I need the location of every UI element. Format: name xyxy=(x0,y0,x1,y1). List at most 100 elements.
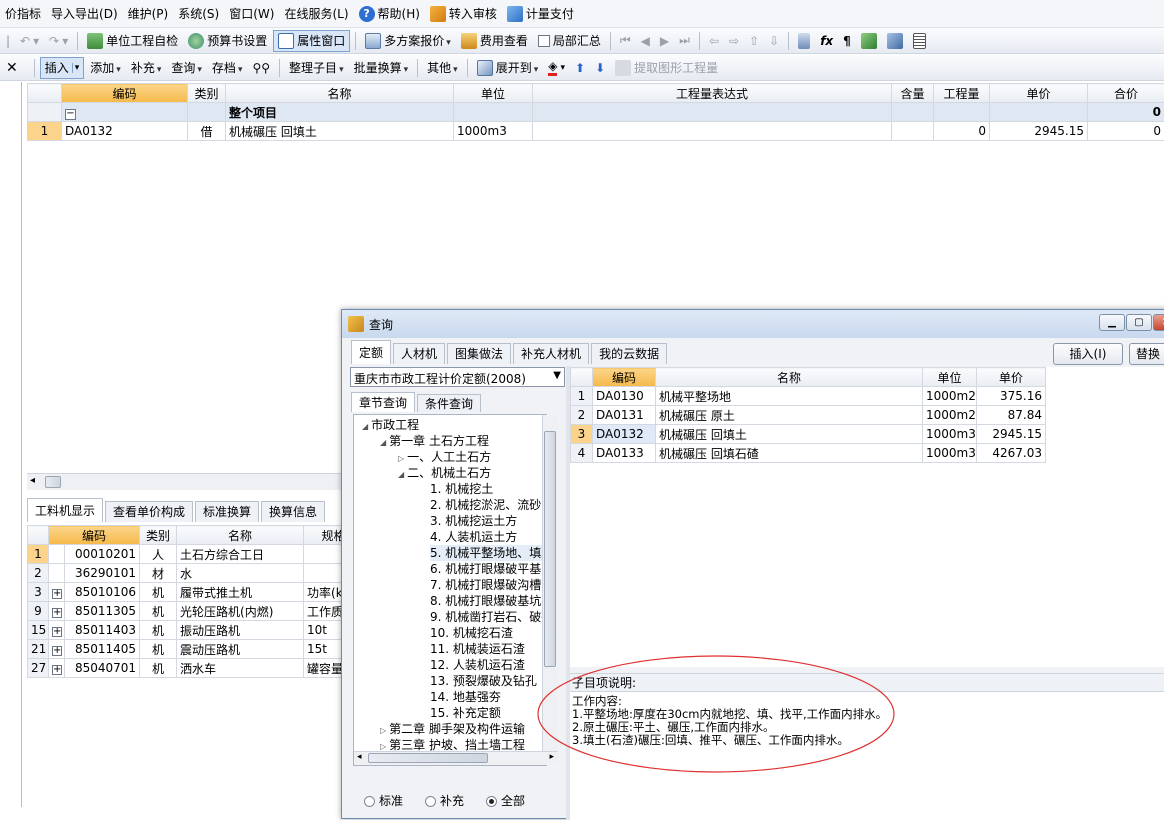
group-row[interactable]: − 整个项目 0 xyxy=(28,103,1164,122)
expand-toggle[interactable]: + xyxy=(49,602,65,621)
organize-button[interactable]: 整理子目 xyxy=(285,57,348,79)
col-header-total[interactable]: 合价 xyxy=(1088,84,1164,103)
type-cell[interactable]: 借 xyxy=(188,122,226,141)
batch-convert-button[interactable]: 批量换算 xyxy=(350,57,413,79)
col-header-type[interactable]: 类别 xyxy=(140,526,177,545)
scroll-left-icon[interactable]: ◂ xyxy=(357,752,362,762)
move-left-button[interactable]: ⇦ xyxy=(705,30,723,52)
insert-button[interactable]: 插入▾ xyxy=(40,57,85,79)
tab-unit-price[interactable]: 查看单价构成 xyxy=(105,501,193,522)
cell[interactable] xyxy=(934,103,990,122)
row-index[interactable]: 4 xyxy=(571,444,593,463)
minimize-button[interactable]: ▁ xyxy=(1099,314,1125,331)
col-header-name[interactable]: 名称 xyxy=(177,526,304,545)
col-header-unit-price[interactable]: 单价 xyxy=(990,84,1088,103)
expression-cell[interactable] xyxy=(533,122,892,141)
name-cell[interactable]: 履带式推土机 xyxy=(177,583,304,602)
settings-button[interactable] xyxy=(883,30,907,52)
name-cell[interactable]: 机械碾压 回填土 xyxy=(656,425,923,444)
insert-button[interactable]: 插入(I) xyxy=(1053,343,1123,365)
name-cell[interactable]: 震动压路机 xyxy=(177,640,304,659)
type-cell[interactable]: 机 xyxy=(140,659,177,678)
tree-node[interactable]: 15. 补充定额 xyxy=(430,705,501,721)
tree-node[interactable]: 13. 预裂爆破及钻孔 xyxy=(430,673,537,689)
tree-node[interactable]: ◢二、机械土石方 xyxy=(398,465,491,481)
unit-cell[interactable]: 1000m2 xyxy=(923,406,977,425)
unit-cell[interactable]: 1000m3 xyxy=(923,444,977,463)
col-header-name[interactable]: 名称 xyxy=(226,84,454,103)
multi-quote-button[interactable]: 多方案报价 xyxy=(361,30,455,52)
name-cell[interactable]: 机械碾压 回填土 xyxy=(226,122,454,141)
next-button[interactable]: ▶ xyxy=(656,30,673,52)
type-cell[interactable]: 机 xyxy=(140,640,177,659)
up-button[interactable]: ⬆ xyxy=(571,57,589,79)
cell[interactable] xyxy=(454,103,533,122)
col-header-code[interactable]: 编码 xyxy=(49,526,140,545)
table-row[interactable]: 15+85011403机振动压路机10t xyxy=(28,621,348,640)
unit-cell[interactable]: 1000m3 xyxy=(454,122,533,141)
unit-price-cell[interactable]: 87.84 xyxy=(977,406,1046,425)
expand-arrow-icon[interactable]: ▷ xyxy=(380,742,386,751)
undo-button[interactable]: ↶▾ xyxy=(16,30,43,52)
unit-price-cell[interactable]: 375.16 xyxy=(977,387,1046,406)
collapse-toggle[interactable]: − xyxy=(62,103,188,122)
cell[interactable] xyxy=(533,103,892,122)
tree-node[interactable]: ◢市政工程 xyxy=(362,417,419,433)
menu-system[interactable]: 系统(S) xyxy=(173,3,224,25)
close-panel-button[interactable]: ✕ xyxy=(2,57,22,79)
tree-node[interactable]: 12. 人装机运石渣 xyxy=(430,657,525,673)
tab-cloud-data[interactable]: 我的云数据 xyxy=(591,343,667,364)
expand-arrow-icon[interactable]: ◢ xyxy=(398,470,404,479)
scroll-thumb[interactable] xyxy=(544,431,556,667)
row-index[interactable]: 1 xyxy=(28,545,49,564)
table-row[interactable]: 21+85011405机震动压路机15t xyxy=(28,640,348,659)
cube-button[interactable] xyxy=(857,30,881,52)
col-header-unit-price[interactable]: 单价 xyxy=(977,368,1046,387)
unit-check-button[interactable]: 单位工程自检 xyxy=(83,30,182,52)
name-cell[interactable]: 机械碾压 原土 xyxy=(656,406,923,425)
scroll-thumb[interactable] xyxy=(368,753,488,763)
tab-atlas[interactable]: 图集做法 xyxy=(447,343,511,364)
table-row[interactable]: 27+85040701机洒水车罐容量400 xyxy=(28,659,348,678)
cell[interactable] xyxy=(188,103,226,122)
quota-select[interactable]: 重庆市市政工程计价定额(2008) ▼ xyxy=(350,367,565,387)
row-index[interactable]: 9 xyxy=(28,602,49,621)
expand-arrow-icon[interactable]: ▷ xyxy=(398,454,404,463)
tab-labor-material[interactable]: 人材机 xyxy=(393,343,445,364)
find-button[interactable]: ⚲⚲ xyxy=(248,57,274,79)
row-index[interactable]: 15 xyxy=(28,621,49,640)
tab-labor-material[interactable]: 工料机显示 xyxy=(27,498,103,522)
prev-button[interactable]: ◀ xyxy=(637,30,654,52)
code-cell[interactable]: DA0132 xyxy=(62,122,188,141)
other-button[interactable]: 其他 xyxy=(423,57,462,79)
total-cell[interactable]: 0 xyxy=(1088,122,1164,141)
type-cell[interactable]: 机 xyxy=(140,583,177,602)
menu-measure-pay[interactable]: 计量支付 xyxy=(502,3,579,25)
partial-summary-checkbox[interactable]: 局部汇总 xyxy=(534,30,605,52)
name-cell[interactable]: 光轮压路机(内燃) xyxy=(177,602,304,621)
name-cell[interactable]: 振动压路机 xyxy=(177,621,304,640)
list-button[interactable] xyxy=(909,30,930,52)
formula-button[interactable]: fx xyxy=(816,30,837,52)
tab-supplement-material[interactable]: 补充人材机 xyxy=(513,343,589,364)
tree-node[interactable]: 2. 机械挖淤泥、流砂 xyxy=(430,497,541,513)
redo-button[interactable]: ↷▾ xyxy=(45,30,72,52)
tree-node[interactable]: ▷一、人工土石方 xyxy=(398,449,491,465)
tree-node[interactable]: 10. 机械挖石渣 xyxy=(430,625,513,641)
unit-price-cell[interactable]: 2945.15 xyxy=(977,425,1046,444)
tree-node[interactable]: 5. 机械平整场地、填土 xyxy=(430,545,547,561)
row-index[interactable]: 2 xyxy=(571,406,593,425)
table-row[interactable]: 9+85011305机光轮压路机(内燃)工作质量( xyxy=(28,602,348,621)
group-total[interactable]: 0 xyxy=(1088,103,1164,122)
tree-node[interactable]: 6. 机械打眼爆破平基 xyxy=(430,561,541,577)
table-row[interactable]: 100010201人土石方综合工日 xyxy=(28,545,348,564)
cell[interactable] xyxy=(990,103,1088,122)
expand-arrow-icon[interactable]: ▷ xyxy=(380,726,386,735)
type-cell[interactable]: 人 xyxy=(140,545,177,564)
type-cell[interactable]: 机 xyxy=(140,602,177,621)
col-header-name[interactable]: 名称 xyxy=(656,368,923,387)
code-cell[interactable]: DA0133 xyxy=(593,444,656,463)
col-header-type[interactable]: 类别 xyxy=(188,84,226,103)
expand-to-button[interactable]: 展开到 xyxy=(473,57,543,79)
tab-chapter-query[interactable]: 章节查询 xyxy=(351,392,415,412)
